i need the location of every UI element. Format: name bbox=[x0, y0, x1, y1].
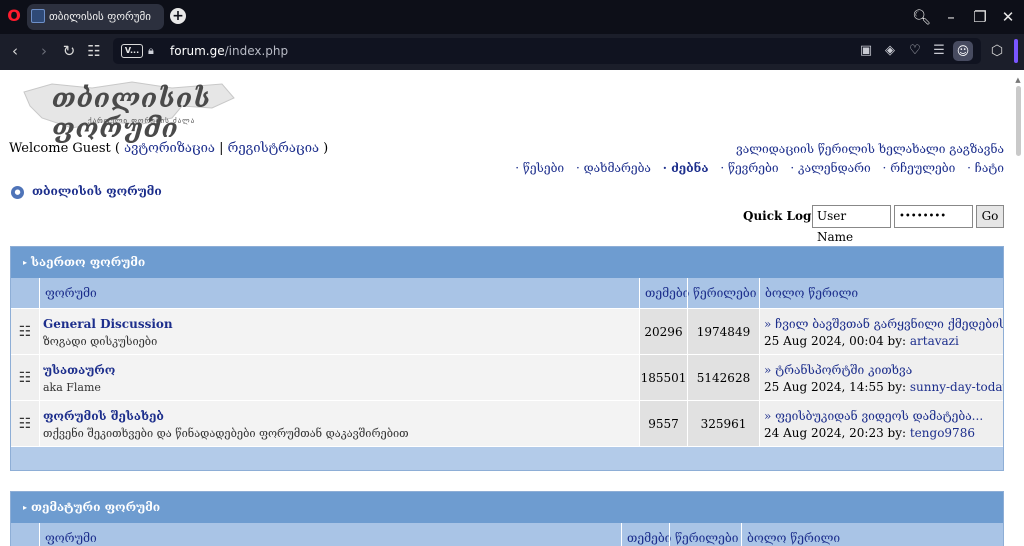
last-post-link[interactable]: » ტრანსპორტში კითხვა bbox=[764, 362, 1003, 379]
col-last-post: ბოლო წერილი bbox=[759, 278, 1003, 308]
search-tabs-icon[interactable]: 🔍︎ bbox=[912, 8, 931, 26]
camera-snapshot-icon[interactable]: ▣ bbox=[857, 42, 875, 60]
forum-description: aka Flame bbox=[43, 381, 101, 394]
forum-status-icon: ☷ bbox=[11, 309, 39, 354]
profile-icon[interactable]: ☺ bbox=[953, 41, 973, 61]
new-tab-icon[interactable]: + bbox=[170, 8, 186, 24]
browser-tab-active[interactable]: თბილისის ფორუმი bbox=[27, 4, 164, 30]
top-navigation: · წესები · დახმარება · ძებნა · წევრები ·… bbox=[507, 159, 1004, 177]
site-logo[interactable]: თბილისის ფორუმი ქართული ფორუმის ძალა bbox=[22, 78, 238, 144]
forum-category-thematic: ▸ თემატური ფორუმი ფორუმი თემები წერილები … bbox=[10, 491, 1004, 546]
forum-row: ☷ უსათაურო aka Flame 185501 5142628 » ტრა… bbox=[11, 354, 1003, 400]
last-post-user-link[interactable]: sunny-day-today bbox=[910, 380, 1003, 394]
back-icon[interactable]: ‹ bbox=[6, 42, 24, 60]
last-post-user-link[interactable]: tengo9786 bbox=[910, 426, 975, 440]
lock-icon[interactable]: 🔒︎ bbox=[148, 42, 162, 60]
site-info-badge[interactable]: V... bbox=[121, 44, 143, 58]
category-footer bbox=[11, 446, 1003, 470]
close-window-icon[interactable]: ✕ bbox=[999, 8, 1017, 26]
tab-title: თბილისის ფორუმი bbox=[49, 10, 151, 23]
nav-item-chat[interactable]: · ჩატი bbox=[967, 161, 1004, 175]
last-post-user-link[interactable]: artavazi bbox=[910, 334, 959, 348]
col-topics: თემები bbox=[621, 523, 671, 546]
extensions-cube-icon[interactable]: ⬡ bbox=[988, 42, 1006, 60]
forum-row: ☷ General Discussion ზოგადი დისკუსიები 20… bbox=[11, 308, 1003, 354]
forum-name-link[interactable]: ფორუმის შესახებ bbox=[43, 408, 639, 425]
speed-dial-icon[interactable]: ☷ bbox=[85, 42, 103, 60]
resend-validation-link[interactable]: ვალიდაციის წერილის ხელახალი გაგზავნა bbox=[736, 140, 1004, 158]
post-count: 325961 bbox=[687, 401, 759, 446]
address-bar[interactable]: V... 🔒︎ forum.ge/index.php ▣ ◈ ♡ ☰ ☺ bbox=[113, 38, 981, 64]
col-forum: ფორუმი bbox=[39, 523, 621, 546]
url-text[interactable]: forum.ge/index.php bbox=[170, 43, 288, 59]
topic-count: 185501 bbox=[639, 355, 687, 400]
login-link[interactable]: ავტორიზაცია bbox=[124, 141, 215, 156]
nav-item-help[interactable]: · დახმარება bbox=[576, 161, 651, 175]
forum-name-link[interactable]: General Discussion bbox=[43, 316, 639, 333]
forum-description: თქვენი შეკითხვები და წინადადებები ფორუმთ… bbox=[43, 427, 409, 440]
breadcrumb-icon: ● bbox=[11, 186, 24, 199]
logo-title: თბილისის ფორუმი bbox=[52, 84, 212, 144]
nav-item-search[interactable]: · ძებნა bbox=[663, 161, 709, 175]
username-input[interactable]: User Name bbox=[812, 205, 891, 244]
last-post-link[interactable]: » ჩვილ ბავშვთან გარყვნილი ქმედების... bbox=[764, 316, 1003, 333]
opera-logo-icon[interactable]: O bbox=[6, 8, 22, 24]
breadcrumb[interactable]: თბილისის ფორუმი bbox=[32, 182, 162, 200]
col-topics: თემები bbox=[639, 278, 689, 308]
forward-icon[interactable]: › bbox=[35, 42, 53, 60]
category-header[interactable]: ▸ საერთო ფორუმი bbox=[11, 247, 1003, 278]
last-post-link[interactable]: » ფეისბუკიდან ვიდეოს დამატება... bbox=[764, 408, 1003, 425]
forum-status-icon: ☷ bbox=[11, 401, 39, 446]
heart-icon[interactable]: ♡ bbox=[906, 42, 924, 60]
nav-item-rules[interactable]: · წესები bbox=[515, 161, 564, 175]
shield-icon[interactable]: ◈ bbox=[881, 42, 899, 60]
register-link[interactable]: რეგისტრაცია bbox=[228, 141, 319, 156]
col-posts: წერილები bbox=[687, 278, 759, 308]
reload-icon[interactable]: ↻ bbox=[60, 42, 78, 60]
forum-row: ☷ ფორუმის შესახებ თქვენი შეკითხვები და წი… bbox=[11, 400, 1003, 446]
col-forum: ფორუმი bbox=[39, 278, 639, 308]
nav-item-calendar[interactable]: · კალენდარი bbox=[790, 161, 870, 175]
browser-tabbar: O თბილისის ფორუმი + 🔍︎ – ❐ ✕ bbox=[0, 0, 1024, 34]
topic-count: 20296 bbox=[639, 309, 687, 354]
nav-item-favorites[interactable]: · რჩეულები bbox=[883, 161, 956, 175]
scrollbar-up-icon[interactable]: ▲ bbox=[1014, 76, 1022, 84]
nav-item-members[interactable]: · წევრები bbox=[720, 161, 778, 175]
post-count: 1974849 bbox=[687, 309, 759, 354]
site-favicon-icon bbox=[31, 9, 45, 23]
forum-name-link[interactable]: უსათაურო bbox=[43, 362, 639, 379]
welcome-text: Welcome Guest ( ავტორიზაცია | რეგისტრაცი… bbox=[9, 141, 329, 156]
col-last-post: ბოლო წერილი bbox=[741, 523, 1003, 546]
topic-count: 9557 bbox=[639, 401, 687, 446]
forum-category-general: ▸ საერთო ფორუმი ფორუმი თემები წერილები ბო… bbox=[10, 246, 1004, 471]
password-input[interactable]: •••••••• bbox=[894, 205, 973, 228]
sidebar-indicator bbox=[1014, 39, 1018, 63]
page-viewport: ▲ თბილისის ფორუმი ქართული ფორუმის ძალა W… bbox=[0, 70, 1024, 546]
column-headers: ფორუმი თემები წერილები ბოლო წერილი bbox=[11, 278, 1003, 308]
menu-icon[interactable]: ☰ bbox=[930, 42, 948, 60]
logo-subtitle: ქართული ფორუმის ძალა bbox=[88, 117, 196, 125]
category-header[interactable]: ▸ თემატური ფორუმი bbox=[11, 492, 1003, 523]
post-count: 5142628 bbox=[687, 355, 759, 400]
col-posts: წერილები bbox=[669, 523, 741, 546]
forum-status-icon: ☷ bbox=[11, 355, 39, 400]
collapse-arrow-icon[interactable]: ▸ bbox=[23, 257, 27, 267]
quick-login-go-button[interactable]: Go bbox=[976, 205, 1004, 228]
minimize-icon[interactable]: – bbox=[942, 8, 960, 26]
collapse-arrow-icon[interactable]: ▸ bbox=[23, 502, 27, 512]
column-headers: ფორუმი თემები წერილები ბოლო წერილი bbox=[11, 523, 1003, 546]
restore-icon[interactable]: ❐ bbox=[971, 8, 989, 26]
forum-description: ზოგადი დისკუსიები bbox=[43, 335, 158, 348]
browser-toolbar: ‹ › ↻ ☷ V... 🔒︎ forum.ge/index.php ▣ ◈ ♡… bbox=[0, 34, 1024, 68]
scrollbar-thumb[interactable] bbox=[1016, 86, 1021, 156]
